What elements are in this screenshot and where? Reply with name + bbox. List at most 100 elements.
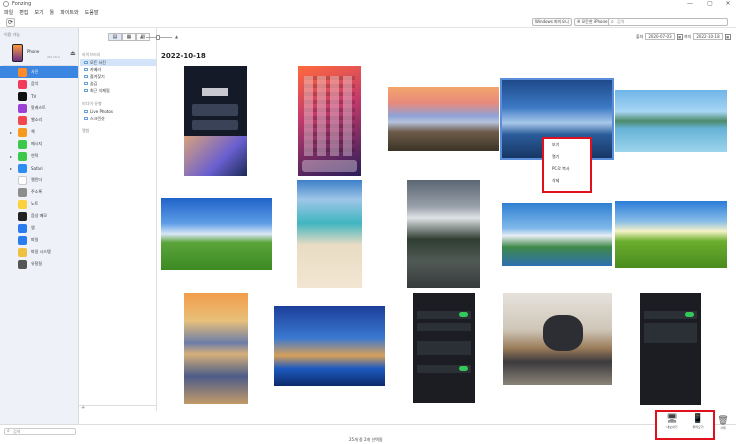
close-button[interactable]: ✕ [722, 0, 734, 8]
photo-thumbnail[interactable] [503, 293, 612, 385]
search-input[interactable]: ⌕ 검색 [608, 18, 728, 26]
calendar-icon[interactable]: ▦ [676, 33, 683, 40]
notification-card [192, 104, 238, 116]
sidebar-item-label: 연락 [31, 153, 39, 158]
from-label: 출처 [636, 33, 644, 39]
settings-row [417, 323, 471, 331]
maximize-button[interactable]: ▢ [704, 0, 716, 8]
folder-label: Live Photos [90, 109, 113, 114]
photo-thumbnail[interactable] [297, 180, 362, 288]
sidebar-item-13[interactable]: 앱 [0, 222, 78, 234]
menu-extra[interactable]: 파이트와 [60, 9, 78, 16]
photo-thumbnail[interactable] [298, 66, 361, 176]
action-buttons-group: 🖥 내보내기 📱 불러오기 [655, 410, 715, 440]
category-icon [18, 139, 27, 149]
photo-thumbnail[interactable] [388, 87, 499, 151]
menu-edit[interactable]: 편집 [19, 9, 28, 16]
sidebar-item-4[interactable]: 벨소리 [0, 114, 78, 126]
photo-thumbnail[interactable] [615, 90, 727, 152]
folder-hidden[interactable]: 숨김 [80, 80, 156, 87]
import-button[interactable]: 📱 불러오기 [687, 414, 709, 429]
sidebar-item-16[interactable]: 유틸틸 [0, 258, 78, 270]
category-icon [18, 163, 27, 173]
media-type-label: 미디어 유형 [82, 101, 102, 106]
photo-thumbnail[interactable] [640, 293, 701, 405]
menu-help[interactable]: 도움말 [85, 9, 99, 16]
expand-arrow-icon[interactable]: ▸ [10, 166, 12, 171]
folder-recently-deleted[interactable]: 최근 삭제됨 [80, 87, 156, 94]
photo-thumbnail[interactable] [413, 293, 475, 403]
minimize-button[interactable]: — [684, 0, 696, 8]
photo-thumbnail[interactable] [502, 203, 612, 266]
photo-thumbnail[interactable] [615, 201, 727, 268]
sidebar-item-9[interactable]: 캘린더 [0, 174, 78, 186]
view-mode-tabs: ▤ ▦ ▥ [108, 33, 150, 41]
sidebar-item-1[interactable]: 음악 [0, 78, 78, 90]
photo-thumbnail[interactable] [184, 66, 247, 176]
sidebar-item-label: 팟캐스트 [31, 105, 46, 110]
category-icon [18, 247, 27, 257]
photo-thumbnail[interactable] [274, 306, 385, 386]
refresh-button[interactable]: ⟳ [6, 18, 15, 27]
zoom-out-icon[interactable]: ▲ [140, 34, 143, 39]
selection-status: 25개 중 2개 선택됨 [349, 437, 383, 442]
to-date-input[interactable]: 2022-10-18 [693, 33, 723, 40]
sidebar-item-7[interactable]: ▸ 연락 [0, 150, 78, 162]
add-album-button[interactable]: + [79, 405, 157, 411]
sidebar-item-2[interactable]: TV [0, 90, 78, 102]
sidebar-item-15[interactable]: 파일 시스템 [0, 246, 78, 258]
sidebar-item-8[interactable]: ▸ Safari [0, 162, 78, 174]
dock [302, 160, 357, 172]
folder-favorites[interactable]: 즐겨찾기 [80, 73, 156, 80]
import-label: 불러오기 [692, 425, 704, 429]
zoom-slider-handle[interactable] [156, 35, 160, 40]
folder-camera[interactable]: 카메라 [80, 66, 156, 73]
sidebar-item-label: 음성 메모 [31, 213, 47, 218]
context-view[interactable]: 보기 [544, 139, 590, 151]
context-delete[interactable]: 삭제 [544, 175, 590, 187]
sidebar-item-label: 사진 [31, 69, 39, 74]
category-icon [18, 223, 27, 233]
eject-icon[interactable]: ⏏ [70, 50, 76, 57]
grid-view-tab[interactable]: ▦ [122, 33, 136, 41]
sidebar-search-input[interactable]: ⌕ 검색 [4, 428, 76, 435]
device-card[interactable]: Phone iOS 16.0 ⏏ [2, 42, 76, 66]
sidebar-item-11[interactable]: 노트 [0, 198, 78, 210]
folder-all-photos[interactable]: 모든 사진 [80, 59, 156, 66]
folder-icon [84, 68, 88, 71]
photo-thumbnail[interactable] [161, 198, 272, 270]
search-icon: ⌕ [7, 428, 10, 434]
sidebar-item-0[interactable]: 사진 [0, 66, 78, 78]
context-copy-to-pc[interactable]: PC로 복사 [544, 163, 590, 175]
add-icon: + [81, 405, 86, 411]
calendar-icon[interactable]: ▦ [724, 33, 731, 40]
sidebar-item-12[interactable]: 음성 메모 [0, 210, 78, 222]
photo-thumbnail[interactable] [407, 180, 480, 288]
context-open[interactable]: 열기 [544, 151, 590, 163]
menu-file[interactable]: 파일 [4, 9, 13, 16]
expand-arrow-icon[interactable]: ▸ [10, 130, 12, 135]
folder-label: 모든 사진 [90, 60, 106, 65]
menu-view[interactable]: 보기 [34, 9, 43, 16]
list-view-tab[interactable]: ▤ [108, 33, 122, 41]
sidebar-header: 이용 가능 [4, 32, 20, 37]
folder-screenshots[interactable]: 스크린샷 [80, 115, 156, 122]
sidebar-item-6[interactable]: 메시지 [0, 138, 78, 150]
from-date-input[interactable]: 2020-07-03 [645, 33, 675, 40]
device-name: Phone [27, 49, 40, 54]
export-button[interactable]: 🖥 내보내기 [661, 414, 683, 429]
sidebar-item-label: Safari [31, 165, 43, 171]
menu-tools[interactable]: 툴 [50, 9, 55, 16]
windows-transfer-button[interactable]: Windows 파이오니 [532, 18, 572, 26]
sidebar: 이용 가능 Phone iOS 16.0 ⏏ 사진음악 TV 팟캐스트벨소리 ▸ 책 메시… [0, 28, 79, 424]
zoom-in-icon[interactable]: ▲ [175, 34, 178, 39]
sidebar-item-14[interactable]: 파일 [0, 234, 78, 246]
photo-thumbnail[interactable] [184, 293, 248, 404]
sidebar-item-5[interactable]: ▸ 책 [0, 126, 78, 138]
sidebar-item-10[interactable]: 주소록 [0, 186, 78, 198]
delete-button[interactable]: 🗑 삭제 [716, 416, 730, 430]
wallpaper-glow [184, 136, 247, 176]
folder-live-photos[interactable]: Live Photos [80, 108, 156, 115]
sidebar-item-3[interactable]: 팟캐스트 [0, 102, 78, 114]
expand-arrow-icon[interactable]: ▸ [10, 154, 12, 159]
